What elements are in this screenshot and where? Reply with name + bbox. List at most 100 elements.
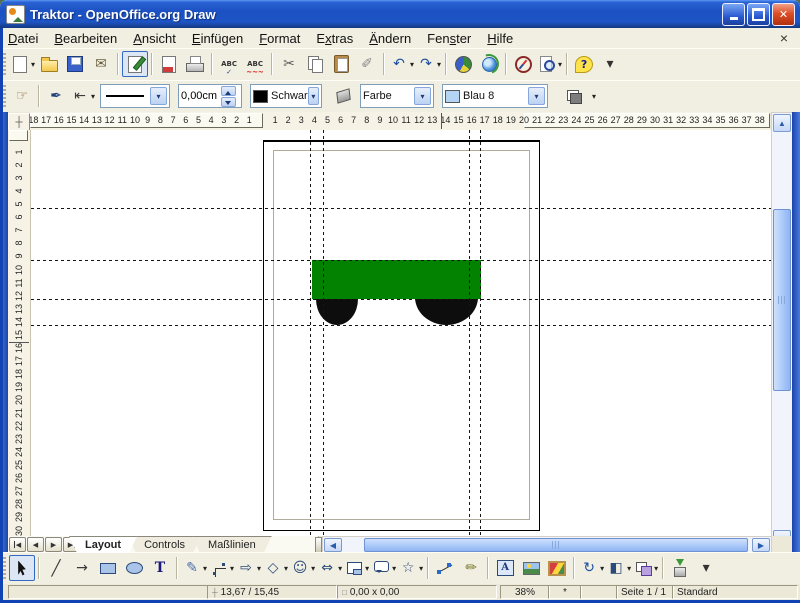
guide-horizontal[interactable] xyxy=(31,325,771,326)
dropdown-arrow-icon[interactable]: ▾ xyxy=(654,564,658,573)
dropdown-arrow-icon[interactable]: ▾ xyxy=(257,564,261,573)
menu-item-fenster[interactable]: Fenster xyxy=(419,30,479,47)
menu-item-andern[interactable]: Ändern xyxy=(361,30,419,47)
dropdown-arrow-icon[interactable]: ▾ xyxy=(392,564,396,573)
flowchart-button[interactable]: ▾ xyxy=(343,555,370,581)
ellipse-button[interactable] xyxy=(121,555,147,581)
toolbar-overflow-button[interactable]: ▾ xyxy=(693,555,719,581)
guide-vertical[interactable] xyxy=(469,130,470,536)
toolbar-grip[interactable] xyxy=(2,85,6,107)
zoom-button[interactable]: ▾ xyxy=(536,51,563,77)
next-page-button[interactable]: ▶ xyxy=(45,537,62,552)
tab-masslinien[interactable]: Maßlinien xyxy=(192,536,272,553)
help-button[interactable]: ? xyxy=(571,51,597,77)
horizontal-ruler[interactable]: 1817161514131211109876543211234567891011… xyxy=(30,112,770,131)
tab-controls[interactable]: Controls xyxy=(128,536,201,553)
paste-button[interactable] xyxy=(328,51,354,77)
scroll-up-button[interactable]: ▲ xyxy=(773,114,791,132)
dropdown-arrow-icon[interactable]: ▾ xyxy=(31,60,35,69)
vertical-ruler[interactable]: 1234567891011121314151617181920212223242… xyxy=(8,130,31,536)
new-document-button[interactable]: ▾ xyxy=(9,51,36,77)
edit-file-button[interactable] xyxy=(122,51,148,77)
dropdown-arrow-icon[interactable]: ▾ xyxy=(558,60,562,69)
edit-points-toggle-button[interactable]: ☞ xyxy=(9,83,35,109)
callouts-button[interactable]: ▾ xyxy=(370,555,397,581)
fontwork-button[interactable]: A xyxy=(492,555,518,581)
vertical-scrollbar[interactable]: ▲ ▼ xyxy=(771,112,793,550)
guide-vertical[interactable] xyxy=(310,130,311,536)
send-email-button[interactable]: ✉ xyxy=(88,51,114,77)
previous-page-button[interactable]: ◀ xyxy=(27,537,44,552)
chevron-down-icon[interactable]: ▾ xyxy=(150,87,167,105)
line-width-value[interactable]: 0,00cm xyxy=(181,90,217,102)
menu-item-format[interactable]: Format xyxy=(251,30,308,47)
block-arrow-button[interactable]: ⇨▾ xyxy=(235,555,262,581)
toolbar-overflow-button[interactable]: ▾ xyxy=(597,51,623,77)
guide-horizontal[interactable] xyxy=(31,260,771,261)
dropdown-arrow-icon[interactable]: ▾ xyxy=(365,564,369,573)
curve-button[interactable]: ✎▾ xyxy=(181,555,208,581)
spellcheck-button[interactable]: ABC✓ xyxy=(216,51,242,77)
status-zoom-field[interactable]: 38% xyxy=(500,585,550,599)
rotate-button[interactable]: ↻▾ xyxy=(578,555,605,581)
text-button[interactable]: T xyxy=(147,555,173,581)
area-dialog-button[interactable] xyxy=(330,83,356,109)
dropdown-arrow-icon[interactable]: ▾ xyxy=(284,564,288,573)
alignment-button[interactable]: ◧▾ xyxy=(605,555,632,581)
toolbar-grip[interactable] xyxy=(2,557,6,579)
toolbar-grip[interactable] xyxy=(2,53,6,75)
undo-button[interactable]: ↶▾ xyxy=(388,51,415,77)
toolbar-overflow-button[interactable]: ▾ xyxy=(592,92,596,101)
guide-horizontal[interactable] xyxy=(31,208,771,209)
line-arrow-button[interactable]: → xyxy=(69,555,95,581)
title-bar[interactable]: Traktor - OpenOffice.org Draw ✕ xyxy=(0,0,800,28)
spin-up-button[interactable] xyxy=(221,86,236,96)
line-style-select[interactable]: ▾ xyxy=(100,84,170,108)
rectangle-button[interactable] xyxy=(95,555,121,581)
open-button[interactable] xyxy=(36,51,62,77)
stars-button[interactable]: ☆▾ xyxy=(397,555,424,581)
arrow-shapes-button[interactable]: ⇔▾ xyxy=(316,555,343,581)
guide-vertical[interactable] xyxy=(323,130,324,536)
tab-layout[interactable]: Layout xyxy=(69,536,137,553)
chevron-down-icon[interactable]: ▾ xyxy=(308,87,319,105)
line-color-select[interactable]: Schwar ▾ xyxy=(250,84,322,108)
insert-chart-button[interactable] xyxy=(450,51,476,77)
select-button[interactable] xyxy=(9,555,35,581)
drawing-canvas[interactable] xyxy=(30,130,771,536)
maximize-button[interactable] xyxy=(747,3,770,26)
connector-button[interactable]: ▾ xyxy=(208,555,235,581)
guide-horizontal[interactable] xyxy=(31,299,771,300)
menu-item-extras[interactable]: Extras xyxy=(308,30,361,47)
cut-button[interactable]: ✂ xyxy=(276,51,302,77)
first-page-button[interactable]: ◀ xyxy=(9,537,26,552)
scroll-right-button[interactable]: ▶ xyxy=(752,538,770,552)
tractor-body[interactable] xyxy=(312,260,481,299)
pane-splitter[interactable] xyxy=(315,537,322,553)
interaction-button[interactable] xyxy=(667,555,693,581)
arrange-button[interactable]: ▾ xyxy=(632,555,659,581)
document-close-button[interactable]: × xyxy=(776,30,792,46)
dropdown-arrow-icon[interactable]: ▾ xyxy=(338,564,342,573)
auto-spellcheck-button[interactable]: ABC~~~ xyxy=(242,51,268,77)
arrow-style-button[interactable]: ⇤ ▾ xyxy=(69,83,96,109)
menu-item-bearbeiten[interactable]: Bearbeiten xyxy=(46,30,125,47)
gallery-button[interactable] xyxy=(544,555,570,581)
close-button[interactable]: ✕ xyxy=(772,3,795,26)
scroll-left-button[interactable]: ◀ xyxy=(324,538,342,552)
hyperlink-button[interactable] xyxy=(476,51,502,77)
menu-item-hilfe[interactable]: Hilfe xyxy=(479,30,521,47)
dropdown-arrow-icon[interactable]: ▾ xyxy=(311,564,315,573)
dropdown-arrow-icon[interactable]: ▾ xyxy=(410,60,414,69)
fill-style-select[interactable]: Farbe ▾ xyxy=(360,84,434,108)
dropdown-arrow-icon[interactable]: ▾ xyxy=(91,92,95,101)
edit-points-button[interactable] xyxy=(432,555,458,581)
symbol-shapes-button[interactable]: ☺▾ xyxy=(289,555,316,581)
copy-button[interactable] xyxy=(302,51,328,77)
menu-item-einfugen[interactable]: Einfügen xyxy=(184,30,251,47)
basic-shapes-button[interactable]: ◇▾ xyxy=(262,555,289,581)
dropdown-arrow-icon[interactable]: ▾ xyxy=(600,564,604,573)
chevron-down-icon[interactable]: ▾ xyxy=(528,87,545,105)
dropdown-arrow-icon[interactable]: ▾ xyxy=(419,564,423,573)
ruler-origin-button[interactable]: ┼ xyxy=(8,113,30,131)
